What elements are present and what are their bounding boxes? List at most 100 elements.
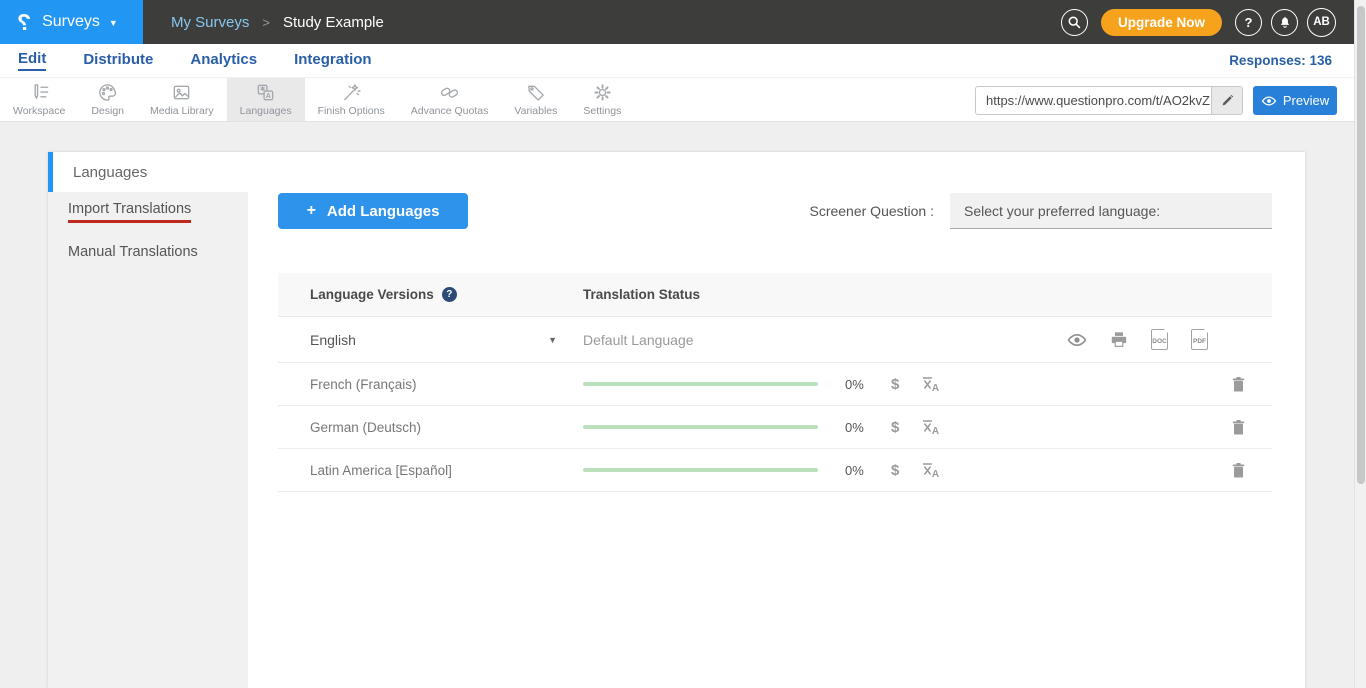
auto-translate-button[interactable]: A [921, 461, 941, 479]
link-icon [439, 82, 460, 103]
default-language-dropdown[interactable]: English ▼ [278, 332, 583, 348]
translate-icon: A [921, 461, 941, 479]
printer-icon [1110, 331, 1128, 348]
language-name: German (Deutsch) [278, 420, 583, 435]
responses-count[interactable]: Responses: 136 [1229, 53, 1366, 68]
svg-text:A: A [932, 469, 939, 479]
tool-label: Media Library [150, 105, 214, 117]
header-actions: Upgrade Now ? AB [1061, 0, 1366, 44]
column-language-versions: Language Versions ? [278, 287, 583, 302]
tool-languages[interactable]: A Languages [227, 78, 305, 121]
language-status-cell: 0% $ A [583, 461, 1272, 479]
search-button[interactable] [1061, 9, 1088, 36]
print-button[interactable] [1110, 331, 1128, 348]
breadcrumb-separator-icon: > [262, 15, 270, 30]
questionpro-logo-icon: ? [17, 9, 31, 36]
help-icon: ? [1245, 15, 1253, 30]
breadcrumb-my-surveys[interactable]: My Surveys [171, 14, 249, 31]
sidebar-item-import-translations[interactable]: Import Translations [48, 192, 248, 232]
breadcrumb: My Surveys > Study Example [171, 0, 384, 44]
add-languages-label: Add Languages [327, 203, 440, 220]
page-background: Languages Import Translations Manual Tra… [0, 122, 1366, 688]
languages-content: + Add Languages Screener Question : Sele… [248, 152, 1305, 688]
tab-analytics[interactable]: Analytics [190, 51, 257, 70]
default-language-status-cell: Default Language DOC PDF [583, 329, 1272, 350]
preview-button[interactable]: Preview [1253, 86, 1337, 115]
breadcrumb-survey-title: Study Example [283, 14, 384, 31]
auto-translate-button[interactable]: A [921, 418, 941, 436]
table-row-language: French (Français) 0% $ A [278, 363, 1272, 406]
languages-panel: Languages Import Translations Manual Tra… [48, 152, 1305, 688]
tool-label: Workspace [13, 105, 65, 117]
edit-toolbar: Workspace Design Media Library A Languag… [0, 77, 1366, 122]
paid-translation-button[interactable]: $ [891, 462, 899, 479]
sidebar-item-manual-translations[interactable]: Manual Translations [48, 232, 248, 272]
screener-question-label: Screener Question : [809, 203, 934, 219]
scrollbar-thumb[interactable] [1357, 6, 1365, 484]
tool-label: Advance Quotas [411, 105, 489, 117]
tool-finish-options[interactable]: Finish Options [305, 78, 398, 121]
screener-question-select[interactable]: Select your preferred language: [950, 193, 1272, 229]
bell-icon [1278, 15, 1292, 29]
tool-advance-quotas[interactable]: Advance Quotas [398, 78, 502, 121]
preview-label: Preview [1283, 93, 1329, 108]
survey-nav: Edit Distribute Analytics Integration Re… [0, 44, 1366, 77]
tab-integration[interactable]: Integration [294, 51, 372, 70]
eye-icon [1261, 95, 1277, 107]
tool-label: Design [91, 105, 124, 117]
language-name: Latin America [Español] [278, 463, 583, 478]
sidebar-item-label: Manual Translations [68, 244, 198, 260]
tool-design[interactable]: Design [78, 78, 137, 121]
chevron-down-icon: ▼ [109, 18, 118, 28]
translate-icon: A [921, 375, 941, 393]
translation-progress-bar [583, 468, 818, 472]
language-status-cell: 0% $ A [583, 418, 1272, 436]
sidebar-items: Import Translations Manual Translations [48, 192, 248, 688]
notifications-button[interactable] [1271, 9, 1298, 36]
tool-workspace[interactable]: Workspace [0, 78, 78, 121]
sidebar-title: Languages [48, 152, 248, 192]
delete-language-button[interactable] [1231, 419, 1246, 436]
survey-url-box: https://www.questionpro.com/t/AO2kvZ [975, 86, 1243, 115]
page-scrollbar[interactable] [1354, 0, 1366, 688]
default-language-actions: DOC PDF [1067, 329, 1208, 350]
svg-text:A: A [266, 92, 271, 100]
avatar[interactable]: AB [1307, 8, 1336, 37]
tab-edit[interactable]: Edit [18, 50, 46, 71]
sidebar-item-label: Import Translations [68, 201, 191, 223]
table-header: Language Versions ? Translation Status [278, 273, 1272, 317]
tool-media-library[interactable]: Media Library [137, 78, 227, 121]
export-pdf-button[interactable]: PDF [1191, 329, 1208, 350]
chevron-down-icon: ▼ [548, 335, 557, 345]
upgrade-now-button[interactable]: Upgrade Now [1101, 9, 1222, 36]
top-header: ? Surveys ▼ My Surveys > Study Example U… [0, 0, 1366, 44]
workspace-icon [29, 82, 50, 103]
paid-translation-button[interactable]: $ [891, 376, 899, 393]
translation-progress-pct: 0% [845, 420, 871, 435]
delete-language-button[interactable] [1231, 462, 1246, 479]
tool-label: Languages [240, 105, 292, 117]
paid-translation-button[interactable]: $ [891, 419, 899, 436]
edit-url-button[interactable] [1211, 87, 1242, 114]
default-language-name: English [310, 332, 356, 348]
add-languages-button[interactable]: + Add Languages [278, 193, 468, 229]
help-button[interactable]: ? [1235, 9, 1262, 36]
product-name: Surveys [42, 13, 100, 31]
export-doc-button[interactable]: DOC [1151, 329, 1168, 350]
help-badge-icon[interactable]: ? [442, 287, 457, 302]
tab-distribute[interactable]: Distribute [83, 51, 153, 70]
auto-translate-button[interactable]: A [921, 375, 941, 393]
product-menu[interactable]: ? Surveys ▼ [0, 0, 143, 44]
magic-wand-icon [341, 82, 362, 103]
tool-settings[interactable]: Settings [570, 78, 634, 121]
trash-icon [1231, 376, 1246, 393]
plus-icon: + [307, 202, 316, 220]
column-label: Language Versions [310, 287, 434, 302]
delete-language-button[interactable] [1231, 376, 1246, 393]
gear-icon [592, 82, 613, 103]
palette-icon [97, 82, 118, 103]
tool-variables[interactable]: Variables [501, 78, 570, 121]
view-survey-button[interactable] [1067, 333, 1087, 347]
eye-icon [1067, 333, 1087, 347]
survey-url[interactable]: https://www.questionpro.com/t/AO2kvZ [976, 87, 1211, 114]
